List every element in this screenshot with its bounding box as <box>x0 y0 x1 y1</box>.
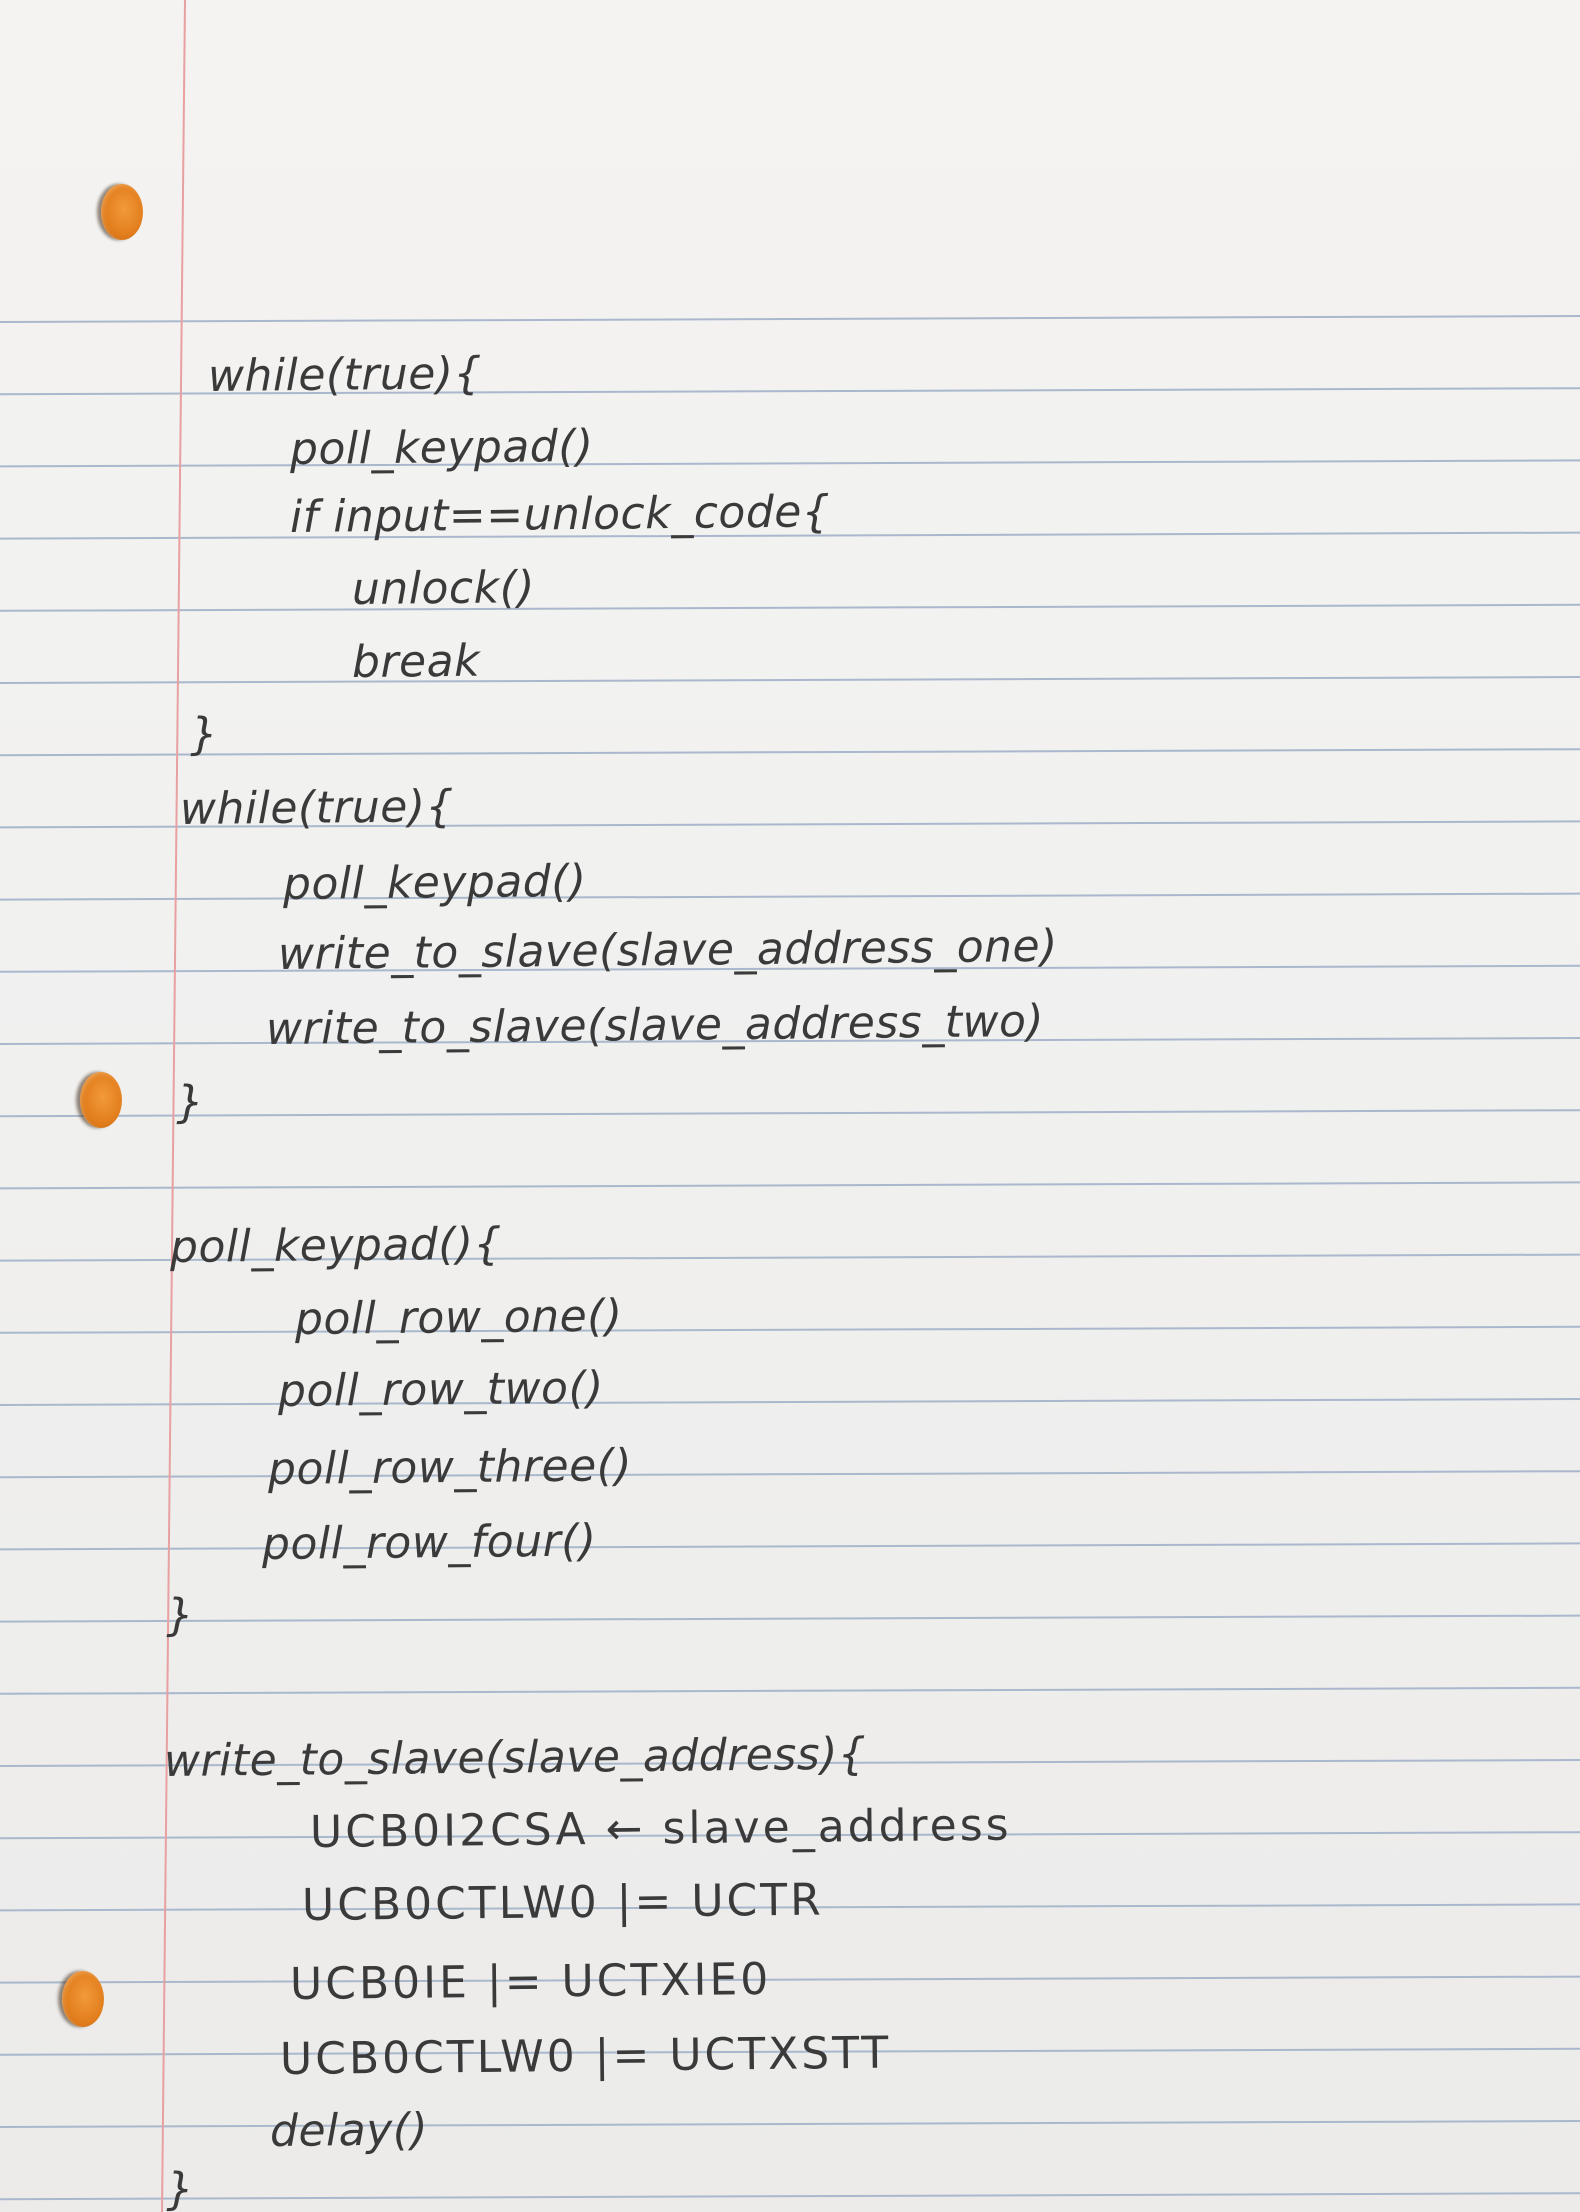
code-line-close-1: } <box>189 708 219 760</box>
code-line-write-slave-one: write_to_slave(slave_address_one) <box>277 920 1059 980</box>
code-line-delay: delay() <box>269 2104 429 2157</box>
code-line-unlock: unlock() <box>351 562 536 615</box>
rule-line <box>0 892 1580 901</box>
code-line-poll-row-one: poll_row_one() <box>294 1290 623 1345</box>
rule-line <box>0 315 1580 323</box>
code-line-write-slave-two: write_to_slave(slave_address_two) <box>265 995 1045 1055</box>
code-line-close-4: } <box>165 2163 195 2212</box>
punch-hole-bottom <box>62 1971 104 2027</box>
code-line-poll-keypad-1: poll_keypad() <box>289 420 594 475</box>
code-line-while-2: while(true){ <box>179 781 455 835</box>
rule-line <box>0 1398 1580 1406</box>
code-line-ctlw0-uctxstt: UCB0CTLW0 |= UCTXSTT <box>279 2027 892 2085</box>
notebook-page: while(true){ poll_keypad() if input==unl… <box>0 0 1580 2212</box>
code-line-poll-keypad-def: poll_keypad(){ <box>169 1218 503 1273</box>
code-line-poll-row-four: poll_row_four() <box>261 1515 597 1570</box>
rule-line <box>0 1614 1580 1623</box>
rule-line <box>0 459 1580 468</box>
rule-line <box>0 1470 1580 1479</box>
rule-line <box>0 1542 1580 1551</box>
code-line-ctlw0-uctr: UCB0CTLW0 |= UCTR <box>301 1874 824 1931</box>
code-line-close-2: } <box>175 1076 205 1128</box>
punch-hole-middle <box>80 1072 122 1128</box>
rule-line <box>0 1975 1580 1984</box>
rule-line <box>0 1109 1580 1118</box>
code-line-while-1: while(true){ <box>207 348 483 402</box>
punch-hole-top <box>101 184 143 240</box>
rule-line <box>0 1325 1580 1334</box>
rule-line <box>0 676 1580 684</box>
code-line-i2csa: UCB0I2CSA ← slave_address <box>309 1799 1012 1858</box>
rule-line <box>0 603 1580 612</box>
code-line-poll-keypad-2: poll_keypad() <box>282 855 587 910</box>
code-line-poll-row-two: poll_row_two() <box>277 1362 605 1417</box>
rule-line <box>0 1686 1580 1695</box>
code-line-break: break <box>351 635 481 688</box>
code-line-if-unlock: if input==unlock_code{ <box>289 486 831 543</box>
code-line-ie-uctxie0: UCB0IE |= UCTXIE0 <box>289 1953 772 2010</box>
rule-line <box>0 748 1580 757</box>
code-line-write-slave-def: write_to_slave(slave_address){ <box>163 1728 867 1787</box>
rule-line <box>0 2192 1580 2201</box>
rule-line <box>0 2120 1580 2128</box>
code-line-close-3: } <box>165 1589 195 1641</box>
code-line-poll-row-three: poll_row_three() <box>267 1440 633 1495</box>
rule-line <box>0 1181 1580 1190</box>
